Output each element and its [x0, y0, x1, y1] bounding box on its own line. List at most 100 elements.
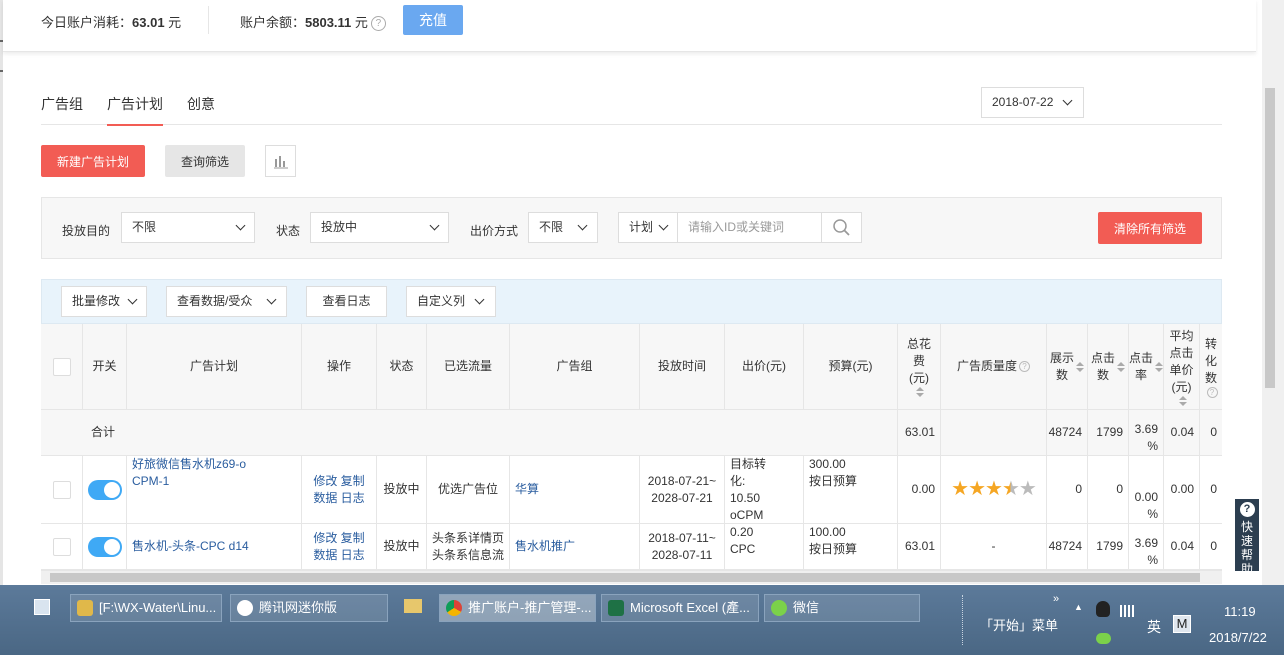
help-icon[interactable]: ? — [1206, 386, 1218, 398]
balance-unit: 元 — [351, 15, 368, 30]
header-impressions[interactable]: 展示数 — [1047, 324, 1088, 410]
row-checkbox[interactable] — [52, 480, 71, 499]
row-budget-line: 300.00 — [809, 457, 846, 471]
bid-method-select[interactable]: 不限 — [528, 212, 598, 243]
quick-help-button[interactable]: ? 快 速 帮 助 — [1235, 499, 1259, 576]
new-plan-button[interactable]: 新建广告计划 — [41, 145, 145, 177]
ime-mode[interactable]: M — [1173, 615, 1191, 633]
start-menu-toolbar[interactable]: 「开始」菜单 — [980, 615, 1058, 634]
status-select[interactable]: 投放中 — [310, 212, 449, 243]
row-bid-line: CPC — [730, 542, 756, 556]
quality-stars: ★★★★★ — [951, 478, 1037, 500]
search-input[interactable]: 请输入ID或关键词 — [677, 212, 822, 243]
row-ops: 修改 复制 数据 日志 — [302, 456, 377, 524]
row-traffic-line: 头条系信息流 — [431, 547, 504, 562]
empty-star-icon: ★ — [1018, 478, 1037, 500]
header-conversions-line: 化数 — [1204, 353, 1217, 385]
expand-toolbar-icon[interactable]: » — [1053, 593, 1059, 605]
tray-expand-icon[interactable]: ▲ — [1074, 602, 1083, 612]
row-bid-line: 0.20 — [730, 525, 754, 539]
row-traffic-line: 头条系详情页 — [431, 530, 504, 545]
goal-select[interactable]: 不限 — [121, 212, 255, 243]
question-icon: ? — [1239, 502, 1255, 517]
chevron-down-icon — [266, 294, 277, 305]
tab-ad-plan[interactable]: 广告计划 — [107, 94, 163, 126]
clock-time[interactable]: 11:19 — [1224, 604, 1256, 619]
search-button[interactable] — [821, 212, 862, 243]
chevron-down-icon — [658, 220, 669, 231]
chart-button[interactable] — [265, 145, 296, 177]
task-chrome[interactable]: 推广账户-推广管理-... — [439, 594, 596, 622]
op-data-link[interactable]: 数据 — [313, 491, 337, 505]
row-select-cell — [41, 524, 83, 570]
horizontal-scrollbar[interactable] — [41, 570, 1222, 584]
tab-ad-group[interactable]: 广告组 — [41, 94, 83, 114]
sort-icon — [1178, 395, 1187, 406]
scrollbar-thumb[interactable] — [1265, 88, 1275, 388]
tab-creative[interactable]: 创意 — [187, 94, 215, 114]
wechat-tray-icon[interactable] — [1096, 633, 1111, 644]
scrollbar-thumb[interactable] — [50, 573, 1200, 582]
vertical-scrollbar[interactable] — [1262, 0, 1284, 585]
select-all-checkbox[interactable] — [52, 357, 71, 376]
sort-icon — [916, 387, 924, 397]
header-time: 投放时间 — [640, 324, 725, 410]
signal-icon[interactable] — [1120, 605, 1134, 617]
op-log-link[interactable]: 日志 — [341, 548, 365, 562]
qq-icon[interactable] — [1096, 601, 1110, 617]
plan-name[interactable]: 售水机-头条-CPC d14 — [127, 524, 302, 570]
row-impressions: 48724 — [1047, 524, 1088, 570]
view-data-button[interactable]: 查看数据/受众 — [166, 286, 287, 317]
today-spend: 今日账户消耗：63.01 元 — [41, 12, 181, 31]
row-select-cell — [41, 456, 83, 524]
balance-value: 5803.11 — [305, 15, 352, 30]
task-file-explorer[interactable]: [F:\WX-Water\Linu... — [70, 594, 222, 622]
row-time-line: 2028-07-21 — [651, 490, 713, 505]
folder-icon[interactable] — [404, 599, 422, 613]
recharge-button[interactable]: 充值 — [403, 5, 463, 35]
row-status: 投放中 — [377, 456, 427, 524]
task-wechat[interactable]: 微信 — [764, 594, 920, 622]
date-select-value: 2018-07-22 — [992, 95, 1054, 109]
help-icon[interactable]: ? — [370, 16, 386, 31]
row-group-link[interactable]: 华算 — [510, 456, 640, 524]
op-edit-link[interactable]: 修改 — [313, 531, 337, 545]
plan-name[interactable]: 好旅微信售水机z69-o CPM-1 — [127, 456, 302, 524]
ops-line: 修改 复制 — [313, 473, 364, 490]
plan-toggle[interactable] — [87, 536, 122, 557]
chevron-down-icon — [127, 294, 138, 305]
header-cpc[interactable]: 平均 点击 单价 (元) — [1164, 324, 1200, 410]
custom-columns-button[interactable]: 自定义列 — [406, 286, 496, 317]
row-cost: 63.01 — [898, 524, 941, 570]
header-group: 广告组 — [510, 324, 640, 410]
summary-ctr-unit: % — [1147, 439, 1158, 453]
task-excel[interactable]: Microsoft Excel (產... — [601, 594, 759, 622]
clear-filters-button[interactable]: 清除所有筛选 — [1098, 212, 1202, 244]
op-copy-link[interactable]: 复制 — [341, 474, 365, 488]
header-ctr[interactable]: 点击率 — [1129, 324, 1164, 410]
batch-edit-button[interactable]: 批量修改 — [61, 286, 147, 317]
search-scope-select[interactable]: 计划 — [618, 212, 678, 243]
row-group-link[interactable]: 售水机推广 — [510, 524, 640, 570]
header-clicks[interactable]: 点击数 — [1088, 324, 1129, 410]
summary-cost: 63.01 — [898, 410, 941, 456]
row-ctr-unit: % — [1147, 507, 1158, 521]
row-ctr-value: 0.00 — [1134, 490, 1158, 504]
clock-date[interactable]: 2018/7/22 — [1209, 630, 1267, 645]
ime-language[interactable]: 英 — [1147, 617, 1161, 637]
header-cost-line: 费 — [912, 354, 925, 368]
task-tencent-mini[interactable]: 腾讯网迷你版 — [230, 594, 388, 622]
header-cost[interactable]: 总花 费 (元) — [898, 324, 941, 410]
row-checkbox[interactable] — [52, 537, 71, 556]
op-data-link[interactable]: 数据 — [313, 548, 337, 562]
help-icon[interactable]: ? — [1019, 361, 1030, 372]
plan-toggle[interactable] — [87, 479, 122, 500]
query-filter-button[interactable]: 查询筛选 — [165, 145, 245, 177]
view-log-button[interactable]: 查看日志 — [306, 286, 387, 317]
op-copy-link[interactable]: 复制 — [341, 531, 365, 545]
desktop-icon[interactable] — [34, 599, 50, 615]
date-select[interactable]: 2018-07-22 — [981, 87, 1084, 118]
op-log-link[interactable]: 日志 — [341, 491, 365, 505]
op-edit-link[interactable]: 修改 — [313, 474, 337, 488]
today-spend-label: 今日账户消耗： — [41, 15, 133, 30]
